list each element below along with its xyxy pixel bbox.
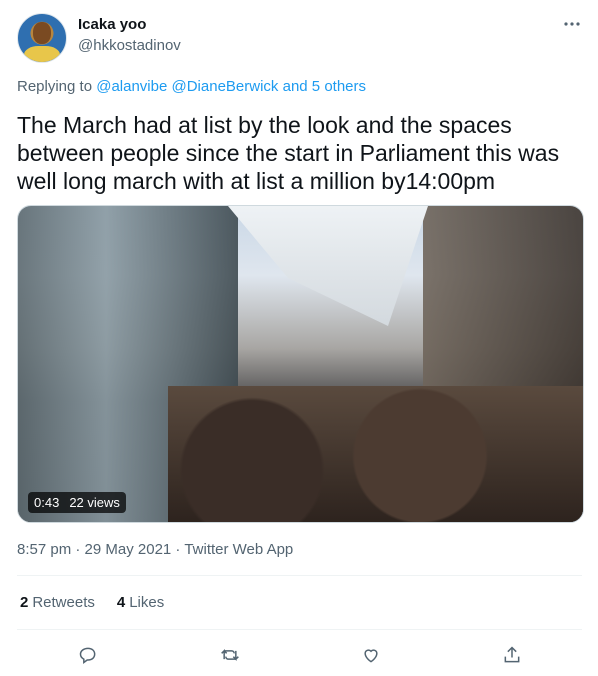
tweet-timestamp[interactable]: 8:57 pm · 29 May 2021 · Twitter Web App [17,541,293,558]
avatar-shirt [24,46,60,62]
reply-context: Replying to @alanvibe @DianeBerwick and … [17,78,366,95]
retweets-label: Retweets [32,594,95,611]
video-badge: 0:43 22 views [28,492,126,513]
user-name[interactable]: Icaka yoo [78,16,146,33]
likes-label: Likes [129,594,165,611]
others-link[interactable]: and 5 others [283,78,366,95]
retweets-stat[interactable]: 2 Retweets [20,594,95,611]
tweet-line: The March had at list by the look and th… [17,112,512,138]
retweets-count: 2 [20,594,29,611]
user-handle[interactable]: @hkkostadinov [78,37,181,54]
engagement-stats: 2 Retweets 4 Likes [20,594,164,611]
more-icon[interactable] [563,14,581,32]
likes-stat[interactable]: 4 Likes [117,594,164,611]
likes-count: 4 [116,594,126,611]
video-frame-crowd [168,386,583,522]
avatar-face [33,22,51,44]
video-views: 22 views [69,495,120,510]
action-bar [0,641,598,669]
video-duration: 0:43 [34,495,60,510]
mention-link[interactable]: @alanvibe [96,78,167,95]
share-icon[interactable] [498,641,526,669]
tweet-line: between people since the start in Parlia… [17,140,560,166]
avatar[interactable] [17,13,67,63]
mention-link[interactable]: @DianeBerwick [172,78,279,95]
divider [17,629,582,630]
divider [17,575,582,576]
reply-prefix: Replying to [17,78,93,95]
heart-icon[interactable] [357,641,385,669]
reply-icon[interactable] [74,641,102,669]
video-player[interactable]: 0:43 22 views [17,205,584,523]
tweet-line: well long march with at list a million b… [17,168,496,194]
retweet-icon[interactable] [216,641,244,669]
tweet-text: The March had at list by the look and th… [17,111,587,195]
video-frame-canopy [228,206,428,326]
